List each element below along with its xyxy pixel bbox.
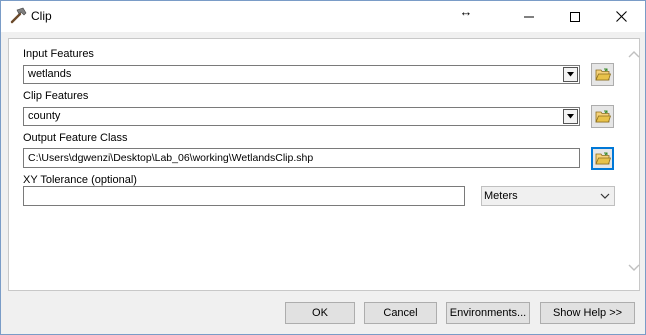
scroll-down-icon[interactable]	[628, 263, 640, 273]
show-help-button[interactable]: Show Help >>	[540, 302, 635, 324]
parameters-panel: Input Features wetlands Clip Features co…	[8, 38, 640, 291]
xy-tolerance-label: XY Tolerance (optional)	[23, 174, 137, 186]
window-title: Clip	[31, 9, 52, 23]
resize-cursor-icon: ↔	[459, 4, 473, 19]
input-features-browse-button[interactable]	[591, 63, 614, 86]
clip-dialog: Clip ↔ Input Features wetlands Clip Feat…	[0, 0, 646, 335]
hammer-icon	[9, 7, 27, 25]
xy-tolerance-units-value: Meters	[484, 190, 518, 202]
scroll-up-icon[interactable]	[628, 49, 640, 59]
input-features-value: wetlands	[28, 68, 72, 80]
folder-open-icon	[594, 110, 611, 123]
minimize-icon	[524, 16, 534, 17]
chevron-down-icon[interactable]	[563, 67, 578, 82]
ok-button[interactable]: OK	[285, 302, 355, 324]
chevron-down-icon	[600, 193, 610, 199]
input-features-combo[interactable]: wetlands	[23, 65, 580, 84]
clip-features-value: county	[28, 110, 61, 122]
output-feature-class-browse-button[interactable]	[591, 147, 614, 170]
cancel-button[interactable]: Cancel	[364, 302, 437, 324]
output-feature-class-field[interactable]: C:\Users\dgwenzi\Desktop\Lab_06\working\…	[23, 148, 580, 168]
output-feature-class-label: Output Feature Class	[23, 132, 128, 144]
xy-tolerance-units-select[interactable]: Meters	[481, 186, 615, 206]
input-features-label: Input Features	[23, 48, 94, 60]
folder-open-icon	[594, 68, 611, 81]
clip-features-browse-button[interactable]	[591, 105, 614, 128]
output-feature-class-value: C:\Users\dgwenzi\Desktop\Lab_06\working\…	[28, 152, 314, 164]
chevron-down-icon[interactable]	[563, 109, 578, 124]
title-bar[interactable]: Clip ↔	[1, 1, 645, 32]
environments-button[interactable]: Environments...	[446, 302, 530, 324]
close-button[interactable]	[598, 1, 644, 32]
maximize-icon	[570, 11, 580, 22]
clip-features-combo[interactable]: county	[23, 107, 580, 126]
xy-tolerance-field[interactable]	[23, 186, 465, 206]
minimize-button[interactable]	[506, 1, 552, 32]
clip-features-label: Clip Features	[23, 90, 89, 102]
maximize-button[interactable]	[552, 1, 598, 32]
folder-open-icon	[594, 152, 611, 165]
close-icon	[615, 11, 627, 22]
